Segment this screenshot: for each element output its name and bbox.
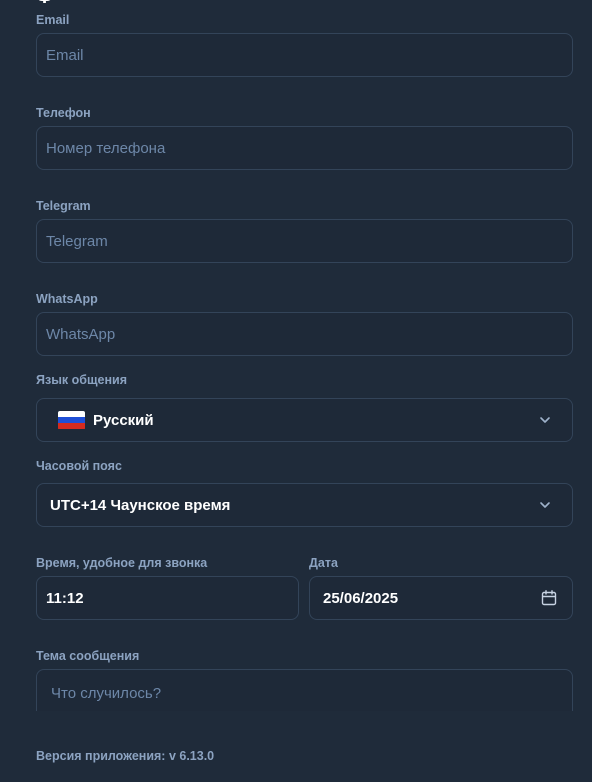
subject-label: Тема сообщения — [36, 649, 140, 663]
subject-textarea[interactable]: Что случилось? — [36, 669, 573, 711]
call-time-label: Время, удобное для звонка — [36, 556, 208, 570]
language-select[interactable]: Русский — [36, 398, 573, 442]
language-select-value: Русский — [93, 411, 154, 429]
phone-field[interactable]: Номер телефона — [36, 126, 573, 170]
date-label: Дата — [309, 556, 338, 570]
date-field-value: 25/06/2025 — [323, 590, 399, 607]
whatsapp-field[interactable]: WhatsApp — [36, 312, 573, 356]
timezone-label: Часовой пояс — [36, 459, 122, 473]
telegram-field[interactable]: Telegram — [36, 219, 573, 263]
phone-label: Телефон — [36, 106, 91, 120]
russia-flag-icon — [58, 410, 85, 430]
chevron-down-icon — [540, 502, 550, 508]
date-field[interactable]: 25/06/2025 — [309, 576, 573, 620]
chevron-down-icon — [540, 417, 550, 423]
email-label: Email — [36, 13, 70, 27]
language-label: Язык общения — [36, 373, 127, 387]
whatsapp-label: WhatsApp — [36, 292, 98, 306]
subject-textarea-container: Что случилось? — [36, 669, 573, 711]
app-version: Версия приложения: v 6.13.0 — [36, 749, 215, 763]
email-field[interactable]: Email — [36, 33, 573, 77]
telegram-label: Telegram — [36, 199, 91, 213]
contact-form-page: Ф Email Email Телефон Номер телефона Tel… — [0, 0, 592, 782]
page-title-fragment: Ф — [36, 0, 53, 9]
timezone-select-value: UTC+14 Чаунское время — [50, 496, 231, 514]
calendar-icon[interactable] — [540, 589, 558, 607]
timezone-select[interactable]: UTC+14 Чаунское время — [36, 483, 573, 527]
call-time-field[interactable]: 11:12 — [36, 576, 299, 620]
